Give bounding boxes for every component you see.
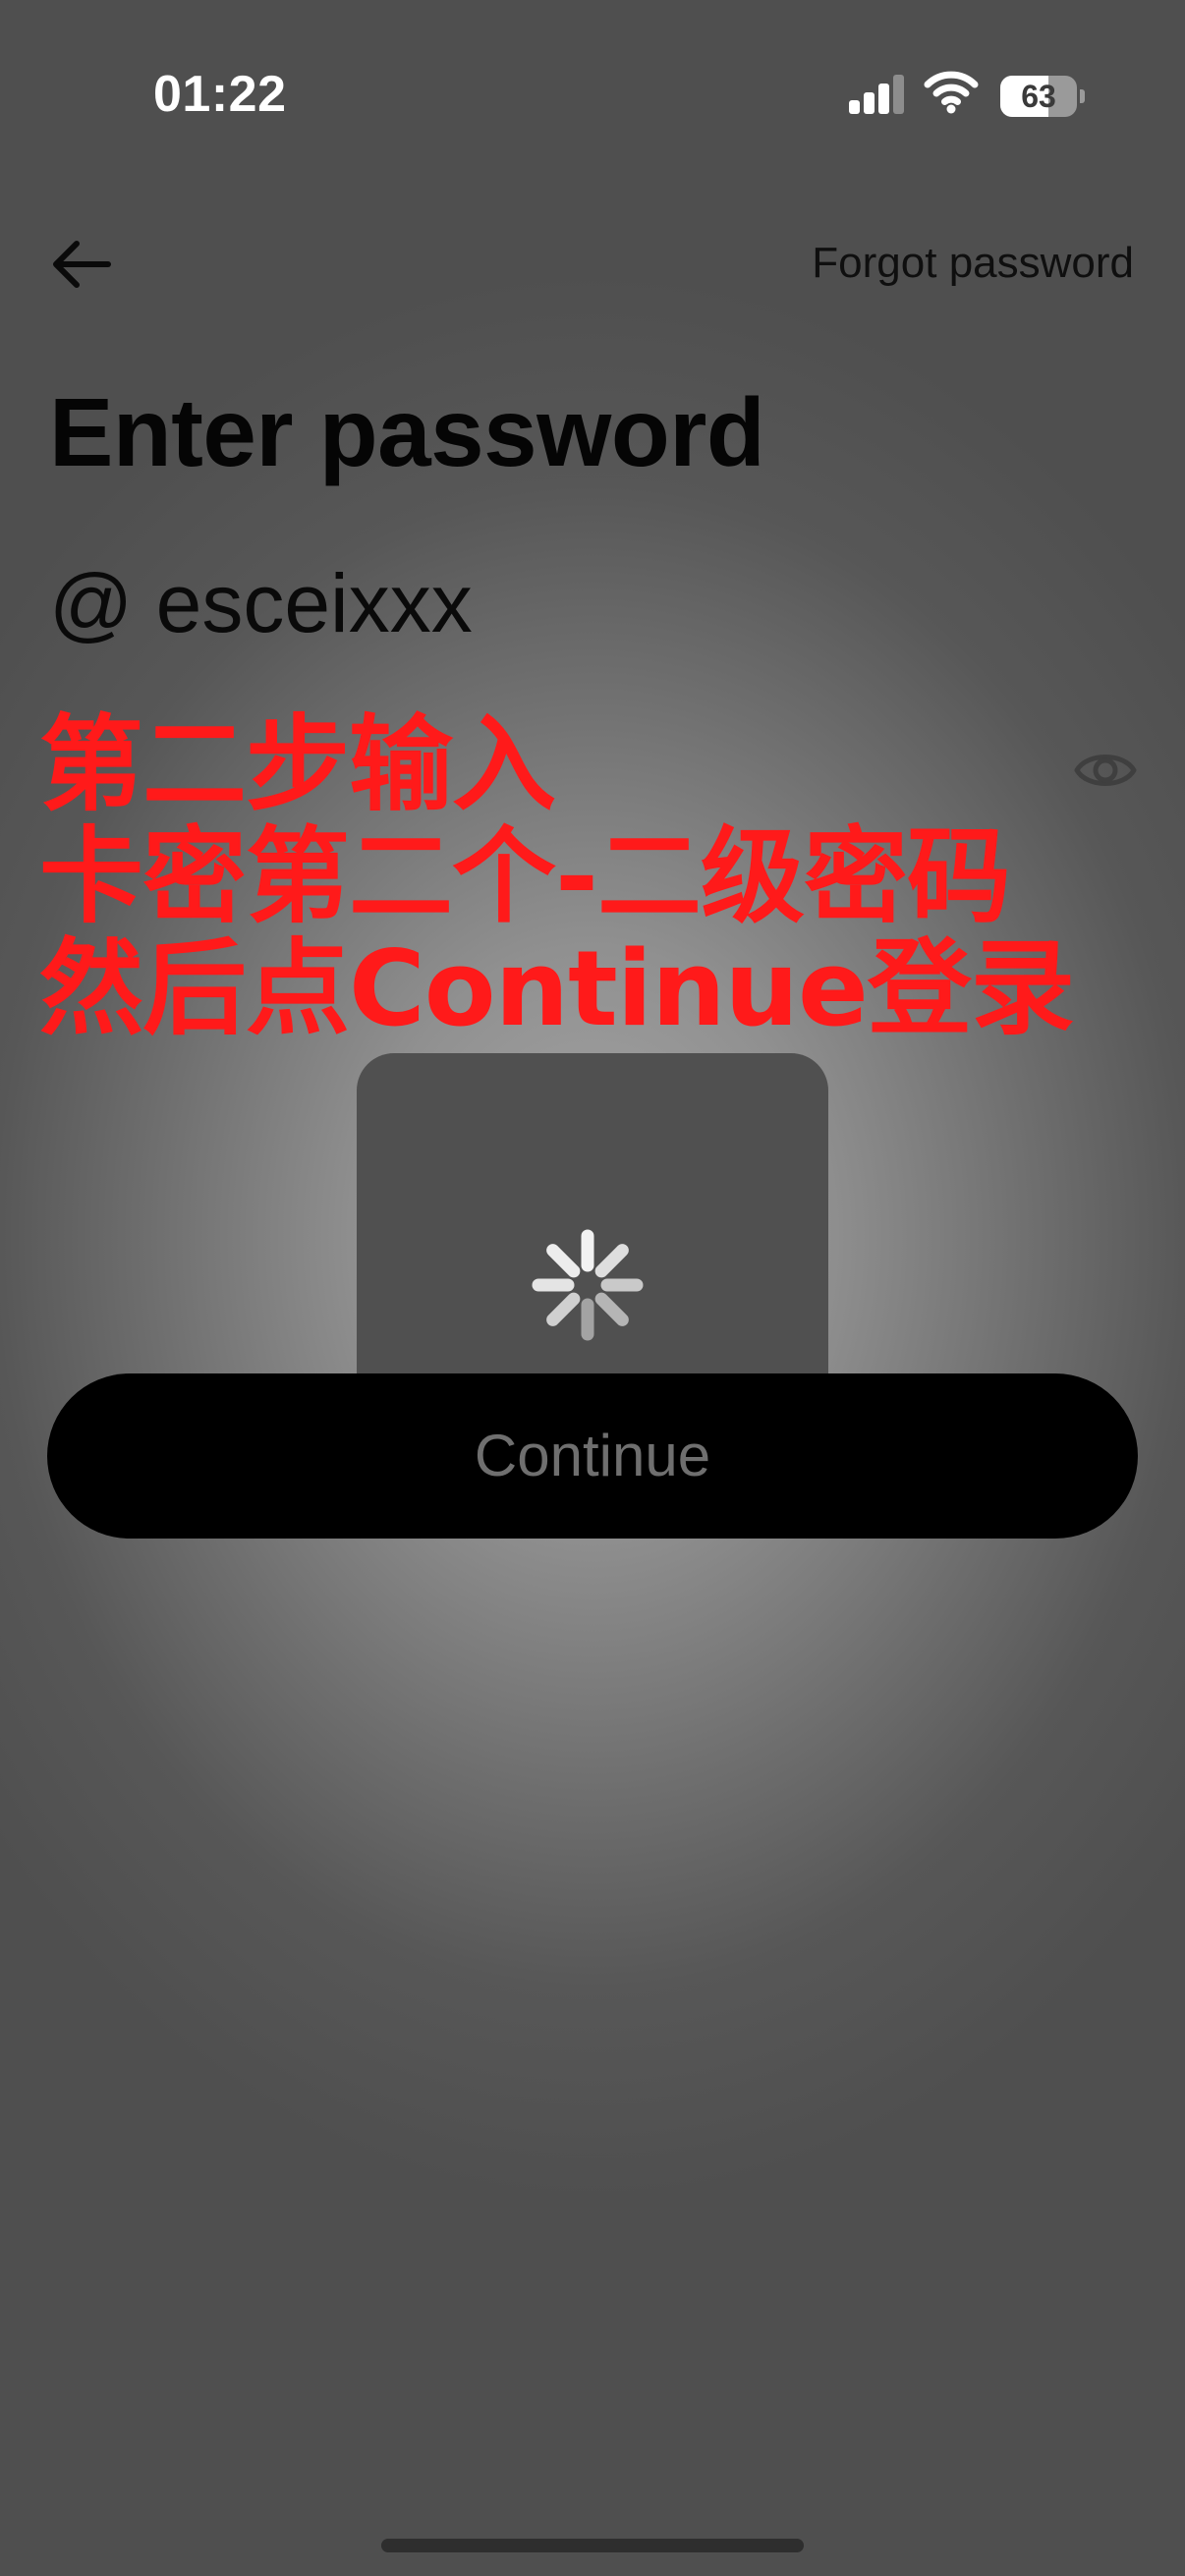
annotation-line-1: 第二步输入: [39, 704, 556, 825]
battery-level: 63: [1021, 79, 1056, 114]
annotation-line-2: 卡密第二个-二级密码: [39, 816, 1011, 937]
wifi-icon: [924, 71, 979, 114]
home-indicator: [381, 2539, 804, 2552]
continue-button[interactable]: Continue: [47, 1373, 1138, 1539]
spinner-icon: [532, 1229, 644, 1341]
forgot-password-link[interactable]: Forgot password: [812, 239, 1134, 288]
signal-icon: [849, 75, 906, 114]
status-time: 01:22: [153, 66, 287, 123]
annotation-line-3: 然后点Continue登录: [39, 928, 1075, 1049]
battery-icon: 63: [1000, 76, 1085, 117]
username-display: @ esceixxx: [49, 557, 473, 649]
back-button[interactable]: [47, 232, 118, 297]
annotation-overlay: 第二步输入 卡密第二个-二级密码 然后点Continue登录: [39, 709, 1169, 1045]
arrow-left-icon: [53, 241, 111, 288]
page-title: Enter password: [49, 378, 765, 486]
